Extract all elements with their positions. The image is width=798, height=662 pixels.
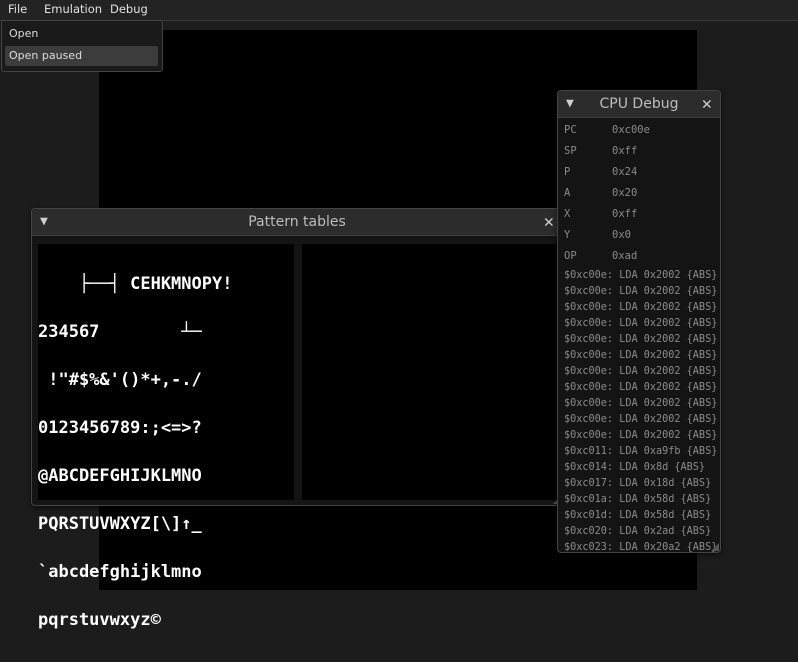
register-row: PC 0xc00e [564,124,714,145]
log-line: $0xc011: LDA 0xa9fb {ABS} [564,446,718,457]
pattern-tables-titlebar[interactable]: ▼ Pattern tables ✕ [32,209,562,236]
register-row: X 0xff [564,208,714,229]
register-name: A [564,187,571,199]
register-name: SP [564,145,577,157]
file-menu-dropdown: Open Open paused [1,20,163,72]
register-value: 0x20 [612,187,638,199]
register-name: X [564,208,571,220]
register-value: 0xc00e [612,124,650,136]
log-line: $0xc020: LDA 0x2ad {ABS} [564,526,712,537]
log-line: $0xc00e: LDA 0x2002 {ABS} [564,414,718,425]
tile-row: 0123456789:;<=>? [38,418,202,438]
register-row: P 0x24 [564,166,714,187]
pattern-tables-window: ▼ Pattern tables ✕ ├──┤ CEHKMNOPY! 23456… [31,208,563,629]
menu-emulation[interactable]: Emulation [44,2,102,16]
tile-row: `abcdefghijklmno [38,562,202,582]
log-line: $0xc00e: LDA 0x2002 {ABS} [564,366,718,377]
menu-debug[interactable]: Debug [110,2,148,16]
register-name: Y [564,229,571,241]
menu-item-open-paused[interactable]: Open paused [5,46,158,66]
register-value: 0xff [612,145,638,157]
tile-row: 234567 ┴─ [38,322,202,342]
tile-row: PQRSTUVWXYZ[\]↑_ [38,514,202,534]
log-line: $0xc023: LDA 0x20a2 {ABS} [564,542,718,552]
log-line: $0xc00e: LDA 0x2002 {ABS} [564,334,718,345]
register-name: OP [564,250,577,262]
register-name: P [564,166,571,178]
cpu-debug-body[interactable]: PC 0xc00e SP 0xff P 0x24 A 0x20 X 0xff Y… [558,119,720,552]
log-line: $0xc00e: LDA 0x2002 {ABS} [564,398,718,409]
log-line: $0xc01a: LDA 0x58d {ABS} [564,494,712,505]
tile-row: !"#$%&'()*+,-./ [38,370,202,390]
tile-row: ├──┤ CEHKMNOPY! [38,274,233,294]
register-row: OP 0xad [564,250,714,271]
log-line: $0xc017: LDA 0x18d {ABS} [564,478,712,489]
close-icon[interactable]: ✕ [544,212,554,232]
tile-row: @ABCDEFGHIJKLMNO [38,466,202,486]
log-line: $0xc014: LDA 0x8d {ABS} [564,462,706,473]
log-line: $0xc00e: LDA 0x2002 {ABS} [564,286,718,297]
register-value: 0x24 [612,166,638,178]
pattern-tiles: ├──┤ CEHKMNOPY! 234567 ┴─ !"#$%&'()*+,-.… [38,244,294,660]
window-title: Pattern tables [248,214,346,230]
menu-bar: File Emulation Debug [0,0,798,21]
log-line: $0xc01d: LDA 0x58d {ABS} [564,510,712,521]
register-value: 0xff [612,208,638,220]
log-line: $0xc00e: LDA 0x2002 {ABS} [564,382,718,393]
log-line: $0xc00e: LDA 0x2002 {ABS} [564,270,718,281]
register-name: PC [564,124,577,136]
register-row: Y 0x0 [564,229,714,250]
menu-item-open[interactable]: Open [5,24,158,44]
cpu-debug-window: ▼ CPU Debug ✕ PC 0xc00e SP 0xff P 0x24 A… [557,90,721,553]
register-value: 0x0 [612,229,631,241]
log-line: $0xc00e: LDA 0x2002 {ABS} [564,302,718,313]
register-row: A 0x20 [564,187,714,208]
cpu-debug-titlebar[interactable]: ▼ CPU Debug ✕ [558,91,720,118]
log-line: $0xc00e: LDA 0x2002 {ABS} [564,430,718,441]
log-line: $0xc00e: LDA 0x2002 {ABS} [564,350,718,361]
tile-row: pqrstuvwxyz© [38,610,161,630]
register-value: 0xad [612,250,638,262]
close-icon[interactable]: ✕ [702,94,712,114]
pattern-table-left: ├──┤ CEHKMNOPY! 234567 ┴─ !"#$%&'()*+,-.… [38,244,294,629]
log-line: $0xc00e: LDA 0x2002 {ABS} [564,318,718,329]
pattern-table-right [302,244,558,500]
menu-file[interactable]: File [8,2,27,16]
register-row: SP 0xff [564,145,714,166]
resize-grip-icon[interactable] [711,543,719,551]
window-title: CPU Debug [599,96,679,112]
